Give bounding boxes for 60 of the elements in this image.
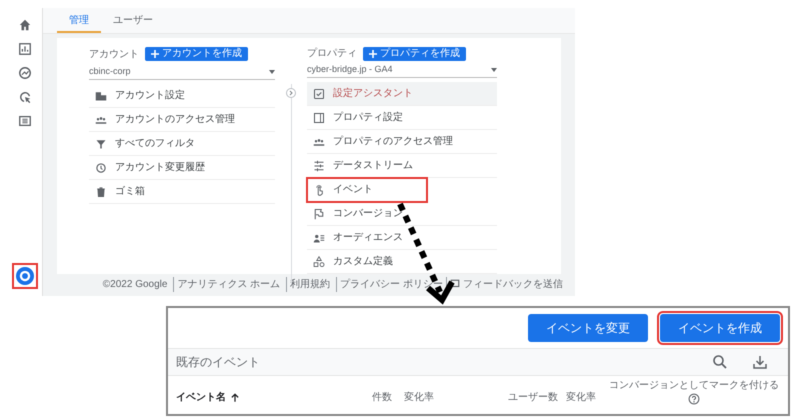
menu-item[interactable]: イベント bbox=[307, 178, 427, 202]
shapes-icon bbox=[313, 256, 325, 268]
column-header[interactable]: コンバージョンとしてマークを付ける bbox=[609, 378, 779, 393]
dropdown[interactable]: cyber-bridge.jp - GA4 bbox=[307, 63, 497, 78]
menu-item[interactable]: カスタム定義 bbox=[307, 250, 497, 274]
list-icon[interactable] bbox=[18, 114, 32, 128]
section-label: プロパティ bbox=[307, 46, 357, 61]
flag-icon bbox=[313, 208, 325, 220]
plus-icon bbox=[151, 50, 159, 58]
column-header[interactable]: ユーザー数 bbox=[508, 390, 558, 405]
menu-item[interactable]: ゴミ箱 bbox=[89, 180, 275, 204]
footer-link[interactable]: アナリティクス ホーム bbox=[173, 276, 280, 292]
home-icon[interactable] bbox=[18, 18, 32, 32]
create-button[interactable]: アカウントを作成 bbox=[145, 47, 248, 61]
menu-item[interactable]: アカウントのアクセス管理 bbox=[89, 108, 275, 132]
plus-icon bbox=[369, 50, 377, 58]
settings-icon[interactable] bbox=[16, 267, 34, 285]
menu-item[interactable]: データストリーム bbox=[307, 154, 497, 178]
menu-item[interactable]: コンバージョン bbox=[307, 202, 497, 226]
column-header[interactable]: 変化率 bbox=[404, 390, 434, 405]
trash-icon bbox=[95, 186, 107, 198]
expand-icon[interactable] bbox=[286, 88, 296, 98]
filter-icon bbox=[95, 138, 107, 150]
download-icon[interactable] bbox=[752, 354, 768, 370]
tab[interactable]: 管理 bbox=[57, 9, 101, 33]
column-header[interactable]: イベント名 bbox=[176, 390, 240, 405]
feedback-link[interactable]: フィードバックを送信 bbox=[446, 276, 563, 292]
menu-item[interactable]: アカウント設定 bbox=[89, 84, 275, 108]
caret-icon bbox=[491, 68, 497, 72]
menu-item[interactable]: オーディエンス bbox=[307, 226, 497, 250]
sort-arrow-icon bbox=[230, 392, 240, 402]
help-icon[interactable] bbox=[688, 393, 700, 405]
history-icon bbox=[95, 162, 107, 174]
menu-item[interactable]: アカウント変更履歴 bbox=[89, 156, 275, 180]
footer-link[interactable]: 利用規約 bbox=[286, 276, 330, 292]
column-header[interactable]: 変化率 bbox=[566, 390, 596, 405]
bar-chart-icon[interactable] bbox=[18, 42, 32, 56]
column-header[interactable]: 件数 bbox=[372, 390, 392, 405]
event-button[interactable]: イベントを作成 bbox=[660, 314, 780, 342]
tab[interactable]: ユーザー bbox=[101, 9, 165, 33]
cursor-click-icon[interactable] bbox=[18, 90, 32, 104]
event-button[interactable]: イベントを変更 bbox=[528, 314, 648, 342]
menu-item[interactable]: プロパティ設定 bbox=[307, 106, 497, 130]
feedback-icon bbox=[450, 279, 460, 289]
section-label: アカウント bbox=[89, 48, 139, 62]
checklist-icon bbox=[313, 88, 325, 100]
caret-icon bbox=[269, 70, 275, 74]
search-icon[interactable] bbox=[712, 354, 728, 370]
window-icon bbox=[313, 112, 325, 124]
panel-title: 既存のイベント bbox=[176, 354, 261, 371]
dropdown[interactable]: cbinc-corp bbox=[89, 64, 275, 80]
footer-link[interactable]: プライバシー ポリシー bbox=[336, 276, 443, 292]
stream-icon bbox=[313, 160, 325, 172]
building-icon bbox=[95, 90, 107, 102]
menu-item[interactable]: すべてのフィルタ bbox=[89, 132, 275, 156]
gauge-icon[interactable] bbox=[18, 66, 32, 80]
create-button[interactable]: プロパティを作成 bbox=[363, 46, 466, 60]
menu-item[interactable]: プロパティのアクセス管理 bbox=[307, 130, 497, 154]
menu-item[interactable]: 設定アシスタント bbox=[307, 82, 497, 106]
copyright-text: ©2022 Google bbox=[102, 278, 168, 292]
